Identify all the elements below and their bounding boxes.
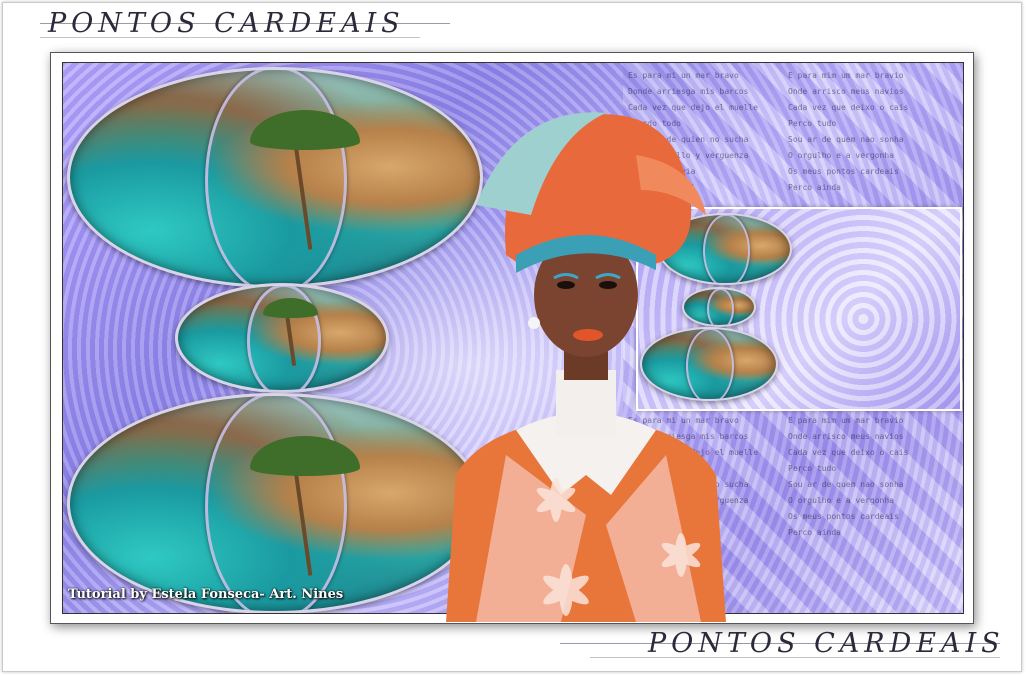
lyric-line: Cada vez que deixo o cais <box>788 448 909 457</box>
woman-figure <box>446 112 726 622</box>
lyric-line: E para mim um mar bravio <box>788 71 904 80</box>
lyric-line: Os meus pontos cardeais <box>788 512 899 521</box>
egg-ring <box>205 396 347 611</box>
lyric-line: Sou ar de quem nao sonha <box>788 480 904 489</box>
lyric-line: Sou ar de quem nao sonha <box>788 135 904 144</box>
lyric-line: Os meus pontos cardeais <box>788 167 899 176</box>
lyric-line: Es para mi un mar bravo <box>628 71 739 80</box>
lyric-line: Perco tudo <box>788 119 837 128</box>
lyric-line: Perco ainda <box>788 528 841 537</box>
earring <box>528 317 540 329</box>
lips <box>573 329 603 341</box>
lyric-line: Perco tudo <box>788 464 837 473</box>
right-eye <box>599 281 617 289</box>
lyric-line: O orgulho e a vergonha <box>788 151 894 160</box>
title-top: PONTOS CARDEAIS <box>48 8 405 39</box>
island-egg-top <box>67 67 483 288</box>
lyric-line: Onde arrisco meus navios <box>788 87 904 96</box>
lyric-line: Cada vez que deixo o cais <box>788 103 909 112</box>
lyrics-column-right: E para mim um mar bravio Onde arrisco me… <box>788 68 958 196</box>
lyric-line: E para mim um mar bravio <box>788 416 904 425</box>
left-eye <box>557 281 575 289</box>
egg-ring <box>205 70 347 285</box>
lyric-line: Onde arrisco meus navios <box>788 432 904 441</box>
lyric-line: Perco ainda <box>788 183 841 192</box>
title-bottom: PONTOS CARDEAIS <box>648 628 1005 659</box>
lyric-line: O orgulho e a vergonha <box>788 496 894 505</box>
lyrics-column-right-lower: E para mim um mar bravio Onde arrisco me… <box>788 413 958 541</box>
credit-text: Tutorial by Estela Fonseca- Art. Nines <box>68 587 344 602</box>
island-egg-bottom <box>67 393 483 613</box>
island-egg-middle <box>175 283 389 393</box>
